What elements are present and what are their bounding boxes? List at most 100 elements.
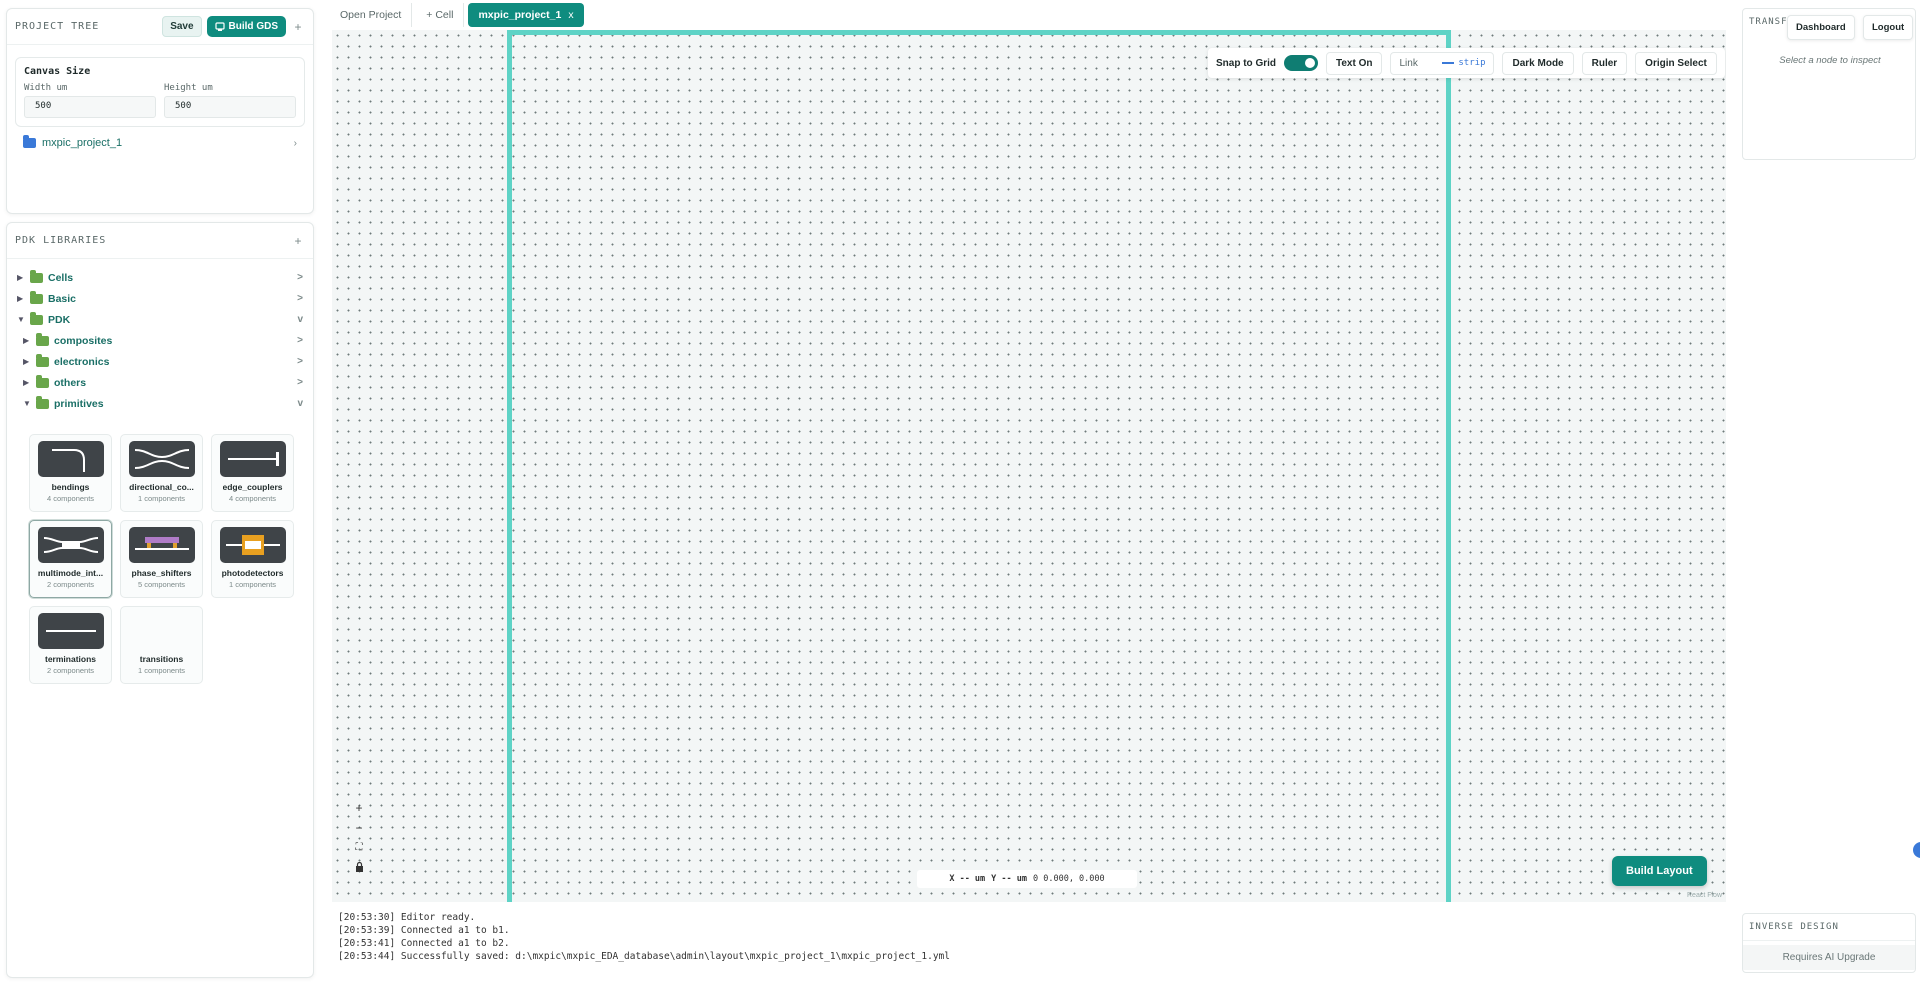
card-name: edge_couplers bbox=[222, 482, 283, 492]
canvas-boundary bbox=[507, 30, 1451, 902]
mmi-thumbnail-icon bbox=[37, 527, 104, 563]
card-name: directional_co... bbox=[129, 482, 194, 492]
folder-icon bbox=[30, 311, 43, 325]
height-label: Height um bbox=[164, 83, 213, 93]
chevron-right-icon: › bbox=[293, 137, 297, 149]
build-layout-button[interactable]: Build Layout bbox=[1612, 856, 1707, 886]
chevron-icon: v bbox=[297, 398, 303, 409]
component-card-bendings[interactable]: bendings 4 components bbox=[29, 434, 112, 512]
transition-thumbnail-icon bbox=[129, 613, 195, 649]
component-cards: bendings 4 components directional_co... … bbox=[7, 422, 313, 684]
ruler-button[interactable]: Ruler bbox=[1581, 51, 1628, 75]
inspect-hint: Select a node to inspect bbox=[1779, 55, 1881, 66]
project-name: mxpic_project_1 bbox=[42, 137, 123, 149]
link-label: Link bbox=[1399, 57, 1418, 69]
component-card-directional-couplers[interactable]: directional_co... 1 components bbox=[120, 434, 203, 512]
tree-item-label: composites bbox=[54, 334, 113, 347]
inverse-design-title: INVERSE DESIGN bbox=[1743, 914, 1915, 941]
coordinate-readout: X -- um Y -- um 0 0.000, 0.000 bbox=[917, 870, 1137, 888]
snap-to-grid-label: Snap to Grid bbox=[1216, 57, 1276, 69]
caret-right-icon: ▶ bbox=[17, 273, 24, 282]
dark-mode-button[interactable]: Dark Mode bbox=[1502, 51, 1574, 75]
tab-mxpic-project[interactable]: mxpic_project_1 x bbox=[468, 3, 584, 27]
width-input[interactable]: 500 bbox=[24, 96, 156, 118]
origin-select-button[interactable]: Origin Select bbox=[1635, 51, 1717, 75]
build-icon bbox=[214, 21, 225, 31]
project-item[interactable]: mxpic_project_1 › bbox=[7, 127, 313, 149]
folder-icon bbox=[36, 374, 49, 388]
chevron-icon: > bbox=[297, 272, 303, 283]
zoom-in-icon[interactable]: + bbox=[355, 800, 362, 816]
caret-right-icon: ▶ bbox=[23, 336, 30, 345]
tree-item-pdk[interactable]: ▼ PDK v bbox=[17, 309, 303, 330]
caret-down-icon: ▼ bbox=[17, 315, 25, 324]
y-coord: Y -- um bbox=[991, 874, 1027, 884]
lock-icon[interactable] bbox=[355, 860, 364, 876]
tree-item-label: Basic bbox=[48, 292, 77, 305]
component-card-terminations[interactable]: terminations 2 components bbox=[29, 606, 112, 684]
caret-down-icon: ▼ bbox=[23, 399, 31, 408]
canvas-size-section: Canvas Size Width um 500 Height um 500 bbox=[15, 57, 305, 127]
project-tree-panel: PROJECT TREE Save Build GDS + Canvas Siz… bbox=[6, 8, 314, 214]
edge-coupler-thumbnail-icon bbox=[219, 441, 286, 477]
tree-item-label: others bbox=[54, 376, 87, 389]
pdk-header: PDK LIBRARIES + bbox=[7, 223, 313, 259]
card-name: multimode_int... bbox=[37, 568, 104, 578]
add-library-button[interactable]: + bbox=[291, 234, 305, 248]
card-count: 1 components bbox=[137, 666, 186, 675]
react-flow-attribution[interactable]: React Flow bbox=[1687, 892, 1722, 899]
inverse-design-panel: INVERSE DESIGN Requires AI Upgrade bbox=[1742, 913, 1916, 973]
inspector-title: TRANSF bbox=[1749, 17, 1788, 27]
fit-view-icon[interactable]: ⛶ bbox=[356, 840, 363, 856]
tab-label: mxpic_project_1 bbox=[478, 9, 562, 21]
chevron-icon: > bbox=[297, 377, 303, 388]
link-type-select[interactable]: Link strip bbox=[1390, 51, 1495, 75]
caret-right-icon: ▶ bbox=[23, 378, 30, 387]
card-count: 5 components bbox=[137, 580, 186, 589]
card-name: phase_shifters bbox=[131, 568, 192, 578]
component-card-multimode-interferometers[interactable]: multimode_int... 2 components bbox=[29, 520, 112, 598]
text-on-button[interactable]: Text On bbox=[1326, 51, 1383, 75]
folder-icon bbox=[30, 290, 43, 304]
card-count: 4 components bbox=[228, 494, 277, 503]
card-count: 4 components bbox=[46, 494, 95, 503]
open-project-button[interactable]: Open Project bbox=[330, 3, 413, 27]
canvas-toolbar: Snap to Grid Text On Link strip Dark Mod… bbox=[1208, 48, 1725, 78]
save-button[interactable]: Save bbox=[162, 16, 202, 37]
log-line: [20:53:39] Connected a1 to b1. bbox=[338, 925, 510, 936]
component-card-transitions[interactable]: transitions 1 components bbox=[120, 606, 203, 684]
chevron-icon: > bbox=[297, 293, 303, 304]
add-project-button[interactable]: + bbox=[291, 20, 305, 34]
layout-canvas[interactable]: Snap to Grid Text On Link strip Dark Mod… bbox=[332, 30, 1726, 902]
close-icon[interactable]: x bbox=[568, 9, 573, 21]
add-cell-button[interactable]: + Cell bbox=[416, 3, 465, 27]
component-card-photodetectors[interactable]: photodetectors 1 components bbox=[211, 520, 294, 598]
snap-to-grid-toggle[interactable] bbox=[1284, 55, 1318, 71]
folder-icon bbox=[36, 332, 49, 346]
build-gds-button[interactable]: Build GDS bbox=[206, 16, 286, 37]
logout-button[interactable]: Logout bbox=[1863, 15, 1914, 40]
tree-item-electronics[interactable]: ▶ electronics > bbox=[17, 351, 303, 372]
tree-item-composites[interactable]: ▶ composites > bbox=[17, 330, 303, 351]
coupler-thumbnail-icon bbox=[128, 441, 195, 477]
tree-item-primitives[interactable]: ▼ primitives v bbox=[17, 393, 303, 414]
tree-item-basic[interactable]: ▶ Basic > bbox=[17, 288, 303, 309]
bend-thumbnail-icon bbox=[37, 441, 104, 477]
height-input[interactable]: 500 bbox=[164, 96, 296, 118]
dashboard-button[interactable]: Dashboard bbox=[1787, 15, 1855, 40]
project-tree-title: PROJECT TREE bbox=[15, 21, 100, 32]
tree-item-cells[interactable]: ▶ Cells > bbox=[17, 267, 303, 288]
link-value: strip bbox=[1458, 58, 1486, 68]
tree-item-others[interactable]: ▶ others > bbox=[17, 372, 303, 393]
card-count: 1 components bbox=[137, 494, 186, 503]
card-name: bendings bbox=[51, 482, 90, 492]
ai-upgrade-button[interactable]: Requires AI Upgrade bbox=[1743, 945, 1915, 970]
chevron-icon: > bbox=[297, 356, 303, 367]
photodetector-thumbnail-icon bbox=[219, 527, 286, 563]
zoom-out-icon[interactable]: − bbox=[355, 820, 362, 836]
card-name: terminations bbox=[44, 654, 96, 664]
component-card-phase-shifters[interactable]: phase_shifters 5 components bbox=[120, 520, 203, 598]
chevron-icon: v bbox=[297, 314, 303, 325]
console-log: [20:53:30] Editor ready. [20:53:39] Conn… bbox=[332, 905, 1726, 980]
component-card-edge-couplers[interactable]: edge_couplers 4 components bbox=[211, 434, 294, 512]
